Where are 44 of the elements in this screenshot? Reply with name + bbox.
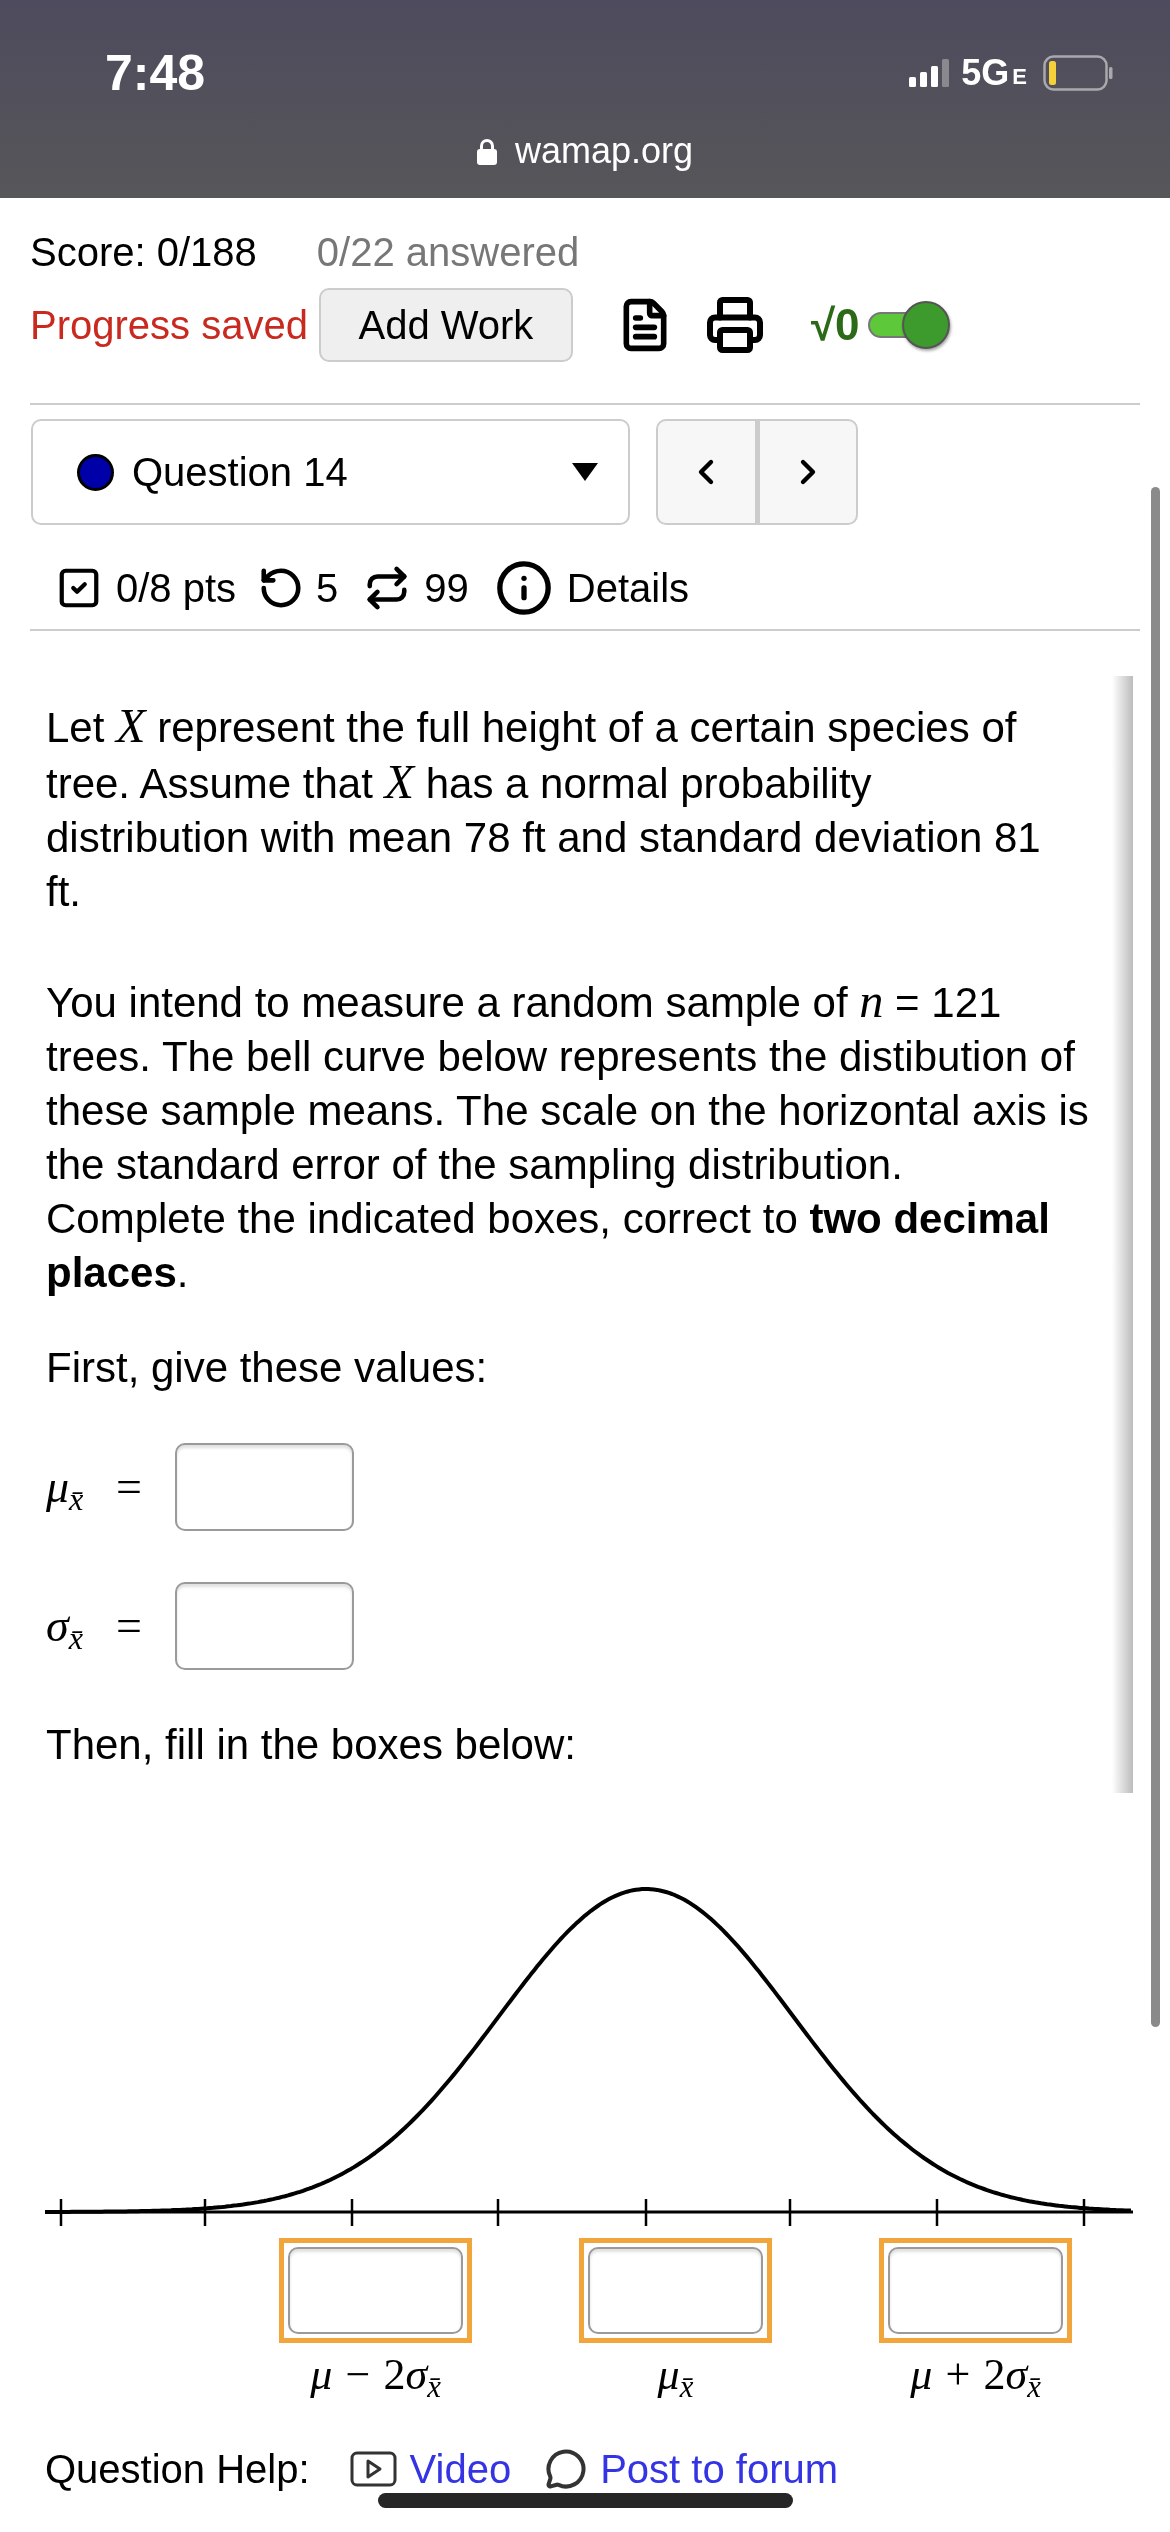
print-icon [704,295,765,355]
forum-link[interactable]: Post to forum [545,2448,839,2490]
prompt-text: First, give these values: [46,1343,489,1393]
math-label: μ$_{x̄}$ [46,1464,85,1510]
equals-sign: = [116,1603,142,1649]
answer-box[interactable] [288,2247,463,2334]
regenerations-count: 99 [424,565,469,612]
print-button[interactable] [704,295,765,355]
signal-icon [909,58,950,87]
video-link[interactable]: Video [349,2448,512,2490]
question-select[interactable]: Question 14 [31,419,630,525]
answer-box[interactable] [888,2247,1063,2334]
equals-sign: = [116,1464,142,1510]
url-text[interactable]: wamap.org [514,133,694,169]
help-label: Question Help: [45,2448,310,2490]
math-label: σ$_{x̄}$ [46,1603,84,1649]
network-type: 5G [961,54,1010,91]
math-label: μ$_{x̄}$ [657,2350,694,2400]
question-paragraph: You intend to measure a random sample of n = 121 trees. The bell curve below represents the distibution of these sample means. The scale on the horizontal axis is the standard error of the sampling distribution. Complete the indicated boxes, correct to two decimal places. [46,974,1090,1298]
info-icon [494,559,553,617]
scrollbar[interactable] [1151,487,1160,2027]
math-label: μ + 2σ$_{x̄}$ [910,2350,1041,2400]
math-toggle[interactable] [867,300,952,350]
play-icon [349,2451,397,2487]
chat-bubble-icon [545,2448,588,2490]
lock-icon [476,137,497,165]
question-paragraph: Let X represent the full height of a certain species of tree. Assume that X has a normal probability distribution with mean 78 ft and standard deviation 81 ft. [46,699,1042,917]
clock-time: 7:48 [105,47,206,98]
prompt-text: Then, fill in the boxes below: [46,1720,577,1770]
points-text: 0/8 pts [116,565,237,612]
answer-field[interactable] [174,1582,354,1670]
add-work-button[interactable]: Add Work [318,288,573,362]
math-label: μ − 2σ$_{x̄}$ [310,2350,441,2400]
network-suffix-text: E [1012,65,1027,88]
dropdown-caret-icon [572,463,598,481]
battery-icon [1043,54,1113,91]
save-status: Progress saved [30,302,308,349]
answered-count: 0/22 answered [316,229,580,276]
math-mode-label: √0 [810,303,860,347]
score-text: Score: 0/188 [30,229,257,276]
attempts-count: 5 [316,565,339,612]
answer-box[interactable] [588,2247,763,2334]
details-link[interactable]: Details [566,558,690,618]
answer-field[interactable] [174,1443,354,1531]
